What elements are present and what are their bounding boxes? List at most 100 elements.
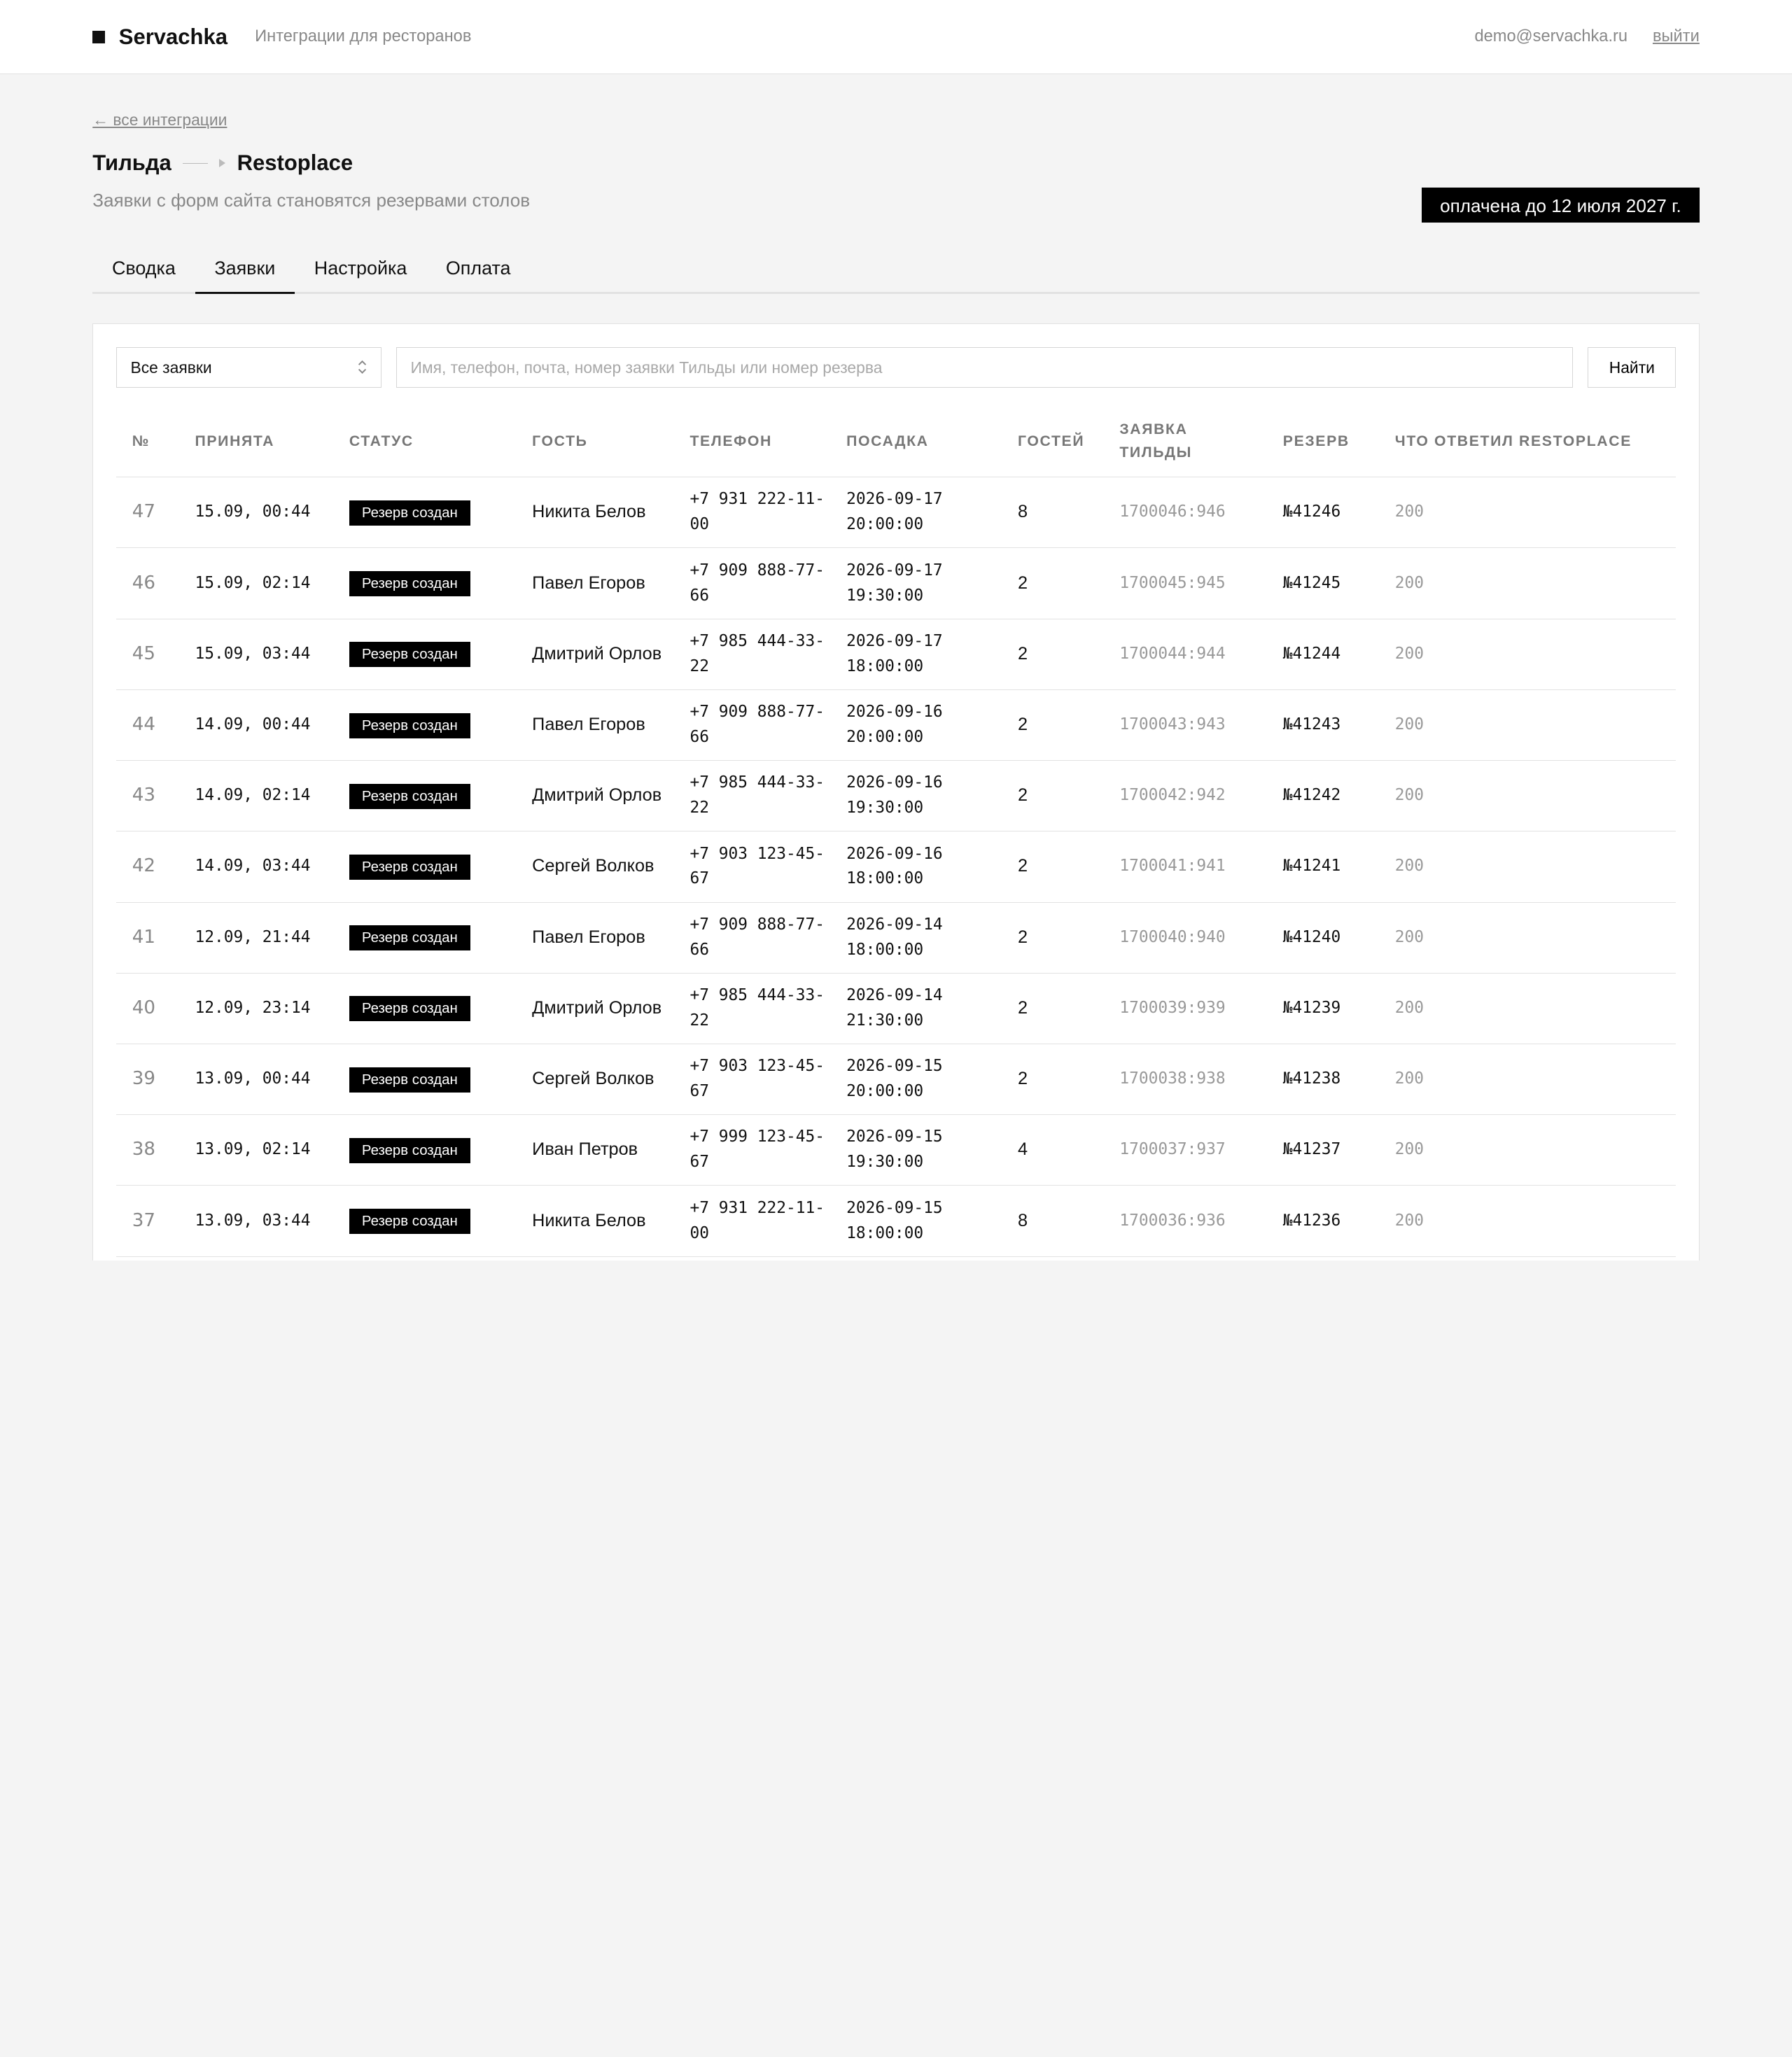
guest-name: Иван Петров	[516, 1114, 674, 1186]
table-row[interactable]: 41 12.09, 21:44 Резерв создан Павел Егоров +…	[115, 902, 1676, 974]
guest-phone: +7 985 444-33-22	[673, 619, 831, 690]
row-number: 42	[115, 831, 179, 903]
table-row[interactable]: 42 14.09, 03:44 Резерв создан Сергей Волков…	[115, 831, 1676, 903]
table-row[interactable]: 39 13.09, 00:44 Резерв создан Сергей Волков…	[115, 1044, 1676, 1116]
column-header: №	[115, 406, 179, 478]
tilda-request-id: 1700040:940	[1103, 902, 1267, 974]
seating-time: 2026-09-15 19:30:00	[830, 1114, 1002, 1186]
status-cell: Резерв создан	[333, 973, 517, 1044]
guest-count: 4	[1002, 1114, 1104, 1186]
table-row[interactable]: 37 13.09, 03:44 Резерв создан Никита Белов +…	[115, 1185, 1676, 1257]
restoplace-reply: 200	[1378, 831, 1676, 903]
logo-square-icon	[92, 30, 106, 43]
guest-count: 2	[1002, 973, 1104, 1044]
status-badge: Резерв создан	[349, 571, 470, 597]
row-number: 46	[115, 547, 179, 619]
status-filter-value: Все заявки	[130, 358, 212, 377]
status-cell: Резерв создан	[333, 831, 517, 903]
status-cell: Резерв создан	[333, 689, 517, 761]
guest-phone: +7 909 888-77-66	[673, 689, 831, 761]
reserve-number: №41243	[1266, 689, 1379, 761]
tilda-request-id: 1700045:945	[1103, 547, 1267, 619]
column-header: Что ответил Restoplace	[1378, 406, 1676, 478]
tilda-request-id: 1700044:944	[1103, 619, 1267, 690]
guest-name: Сергей Волков	[516, 1044, 674, 1116]
guest-name: Дмитрий Орлов	[516, 973, 674, 1044]
table-row[interactable]: 46 15.09, 02:14 Резерв создан Павел Егоров +…	[115, 547, 1676, 619]
guest-phone: +7 999 123-45-67	[673, 1114, 831, 1186]
restoplace-reply: 200	[1378, 1114, 1676, 1186]
status-cell: Резерв создан	[333, 1114, 517, 1186]
tab-settings[interactable]: Настройка	[295, 246, 426, 292]
crumb-target: Restoplace	[237, 150, 354, 176]
accepted-time: 13.09, 02:14	[178, 1114, 334, 1186]
table-row[interactable]: 43 14.09, 02:14 Резерв создан Дмитрий Орлов…	[115, 760, 1676, 832]
tilda-request-id: 1700036:936	[1103, 1185, 1267, 1257]
top-bar: Servachka Интеграции для ресторанов demo…	[0, 0, 1792, 75]
search-input[interactable]	[396, 346, 1574, 388]
table-row[interactable]: 47 15.09, 00:44 Резерв создан Никита Белов +…	[115, 477, 1676, 549]
row-number: 45	[115, 619, 179, 690]
guest-count: 8	[1002, 1185, 1104, 1257]
tilda-request-id: 1700038:938	[1103, 1044, 1267, 1116]
page-title: Тильда Restoplace	[92, 150, 1700, 176]
status-filter-select[interactable]: Все заявки	[115, 346, 382, 388]
tab-payment[interactable]: Оплата	[426, 246, 530, 292]
accepted-time: 14.09, 03:44	[178, 831, 334, 903]
table-row[interactable]: 45 15.09, 03:44 Резерв создан Дмитрий Орлов…	[115, 619, 1676, 690]
logout-link[interactable]: выйти	[1653, 27, 1700, 46]
status-cell: Резерв создан	[333, 902, 517, 974]
tilda-request-id: 1700043:943	[1103, 689, 1267, 761]
status-cell: Резерв создан	[333, 760, 517, 832]
logo[interactable]: Servachka	[119, 24, 227, 50]
tab-summary[interactable]: Сводка	[92, 246, 195, 292]
find-button[interactable]: Найти	[1588, 346, 1676, 388]
guest-phone: +7 985 444-33-22	[673, 973, 831, 1044]
status-cell: Резерв создан	[333, 477, 517, 549]
row-number: 43	[115, 760, 179, 832]
restoplace-reply: 200	[1378, 973, 1676, 1044]
status-badge: Резерв создан	[349, 1137, 470, 1163]
guest-phone: +7 985 444-33-22	[673, 760, 831, 832]
seating-time: 2026-09-17 18:00:00	[830, 619, 1002, 690]
seating-time: 2026-09-17 19:30:00	[830, 547, 1002, 619]
tilda-request-id: 1700042:942	[1103, 760, 1267, 832]
seating-time: 2026-09-14 21:30:00	[830, 973, 1002, 1044]
column-header: Резерв	[1266, 406, 1379, 478]
table-row[interactable]: 38 13.09, 02:14 Резерв создан Иван Петров +7…	[115, 1114, 1676, 1186]
reserve-number: №41244	[1266, 619, 1379, 690]
restoplace-reply: 200	[1378, 619, 1676, 690]
page: Servachka Интеграции для ресторанов demo…	[0, 0, 1792, 1261]
reserve-number: №41237	[1266, 1114, 1379, 1186]
column-header: Посадка	[830, 406, 1002, 478]
arrow-right-icon	[183, 159, 225, 168]
accepted-time: 12.09, 21:44	[178, 902, 334, 974]
guest-name: Павел Егоров	[516, 902, 674, 974]
back-link[interactable]: ← все интеграции	[92, 111, 227, 129]
seating-time: 2026-09-15 18:00:00	[830, 1185, 1002, 1257]
accepted-time: 14.09, 00:44	[178, 689, 334, 761]
seating-time: 2026-09-16 18:00:00	[830, 831, 1002, 903]
guest-count: 8	[1002, 477, 1104, 549]
accepted-time: 15.09, 00:44	[178, 477, 334, 549]
guest-count: 2	[1002, 902, 1104, 974]
reserve-number: №41246	[1266, 477, 1379, 549]
guest-count: 2	[1002, 760, 1104, 832]
table-row[interactable]: 44 14.09, 00:44 Резерв создан Павел Егоров +…	[115, 689, 1676, 761]
guest-phone: +7 909 888-77-66	[673, 902, 831, 974]
status-badge: Резерв создан	[349, 500, 470, 526]
seating-time: 2026-09-14 18:00:00	[830, 902, 1002, 974]
status-cell: Резерв создан	[333, 547, 517, 619]
tagline: Интеграции для ресторанов	[255, 27, 472, 46]
guest-name: Павел Егоров	[516, 547, 674, 619]
row-number: 40	[115, 973, 179, 1044]
tab-requests[interactable]: Заявки	[195, 246, 295, 294]
table-row[interactable]: 40 12.09, 23:14 Резерв создан Дмитрий Орлов…	[115, 973, 1676, 1044]
guest-phone: +7 931 222-11-00	[673, 477, 831, 549]
tilda-request-id: 1700041:941	[1103, 831, 1267, 903]
restoplace-reply: 200	[1378, 902, 1676, 974]
tilda-request-id: 1700039:939	[1103, 973, 1267, 1044]
guest-count: 2	[1002, 1044, 1104, 1116]
tab-bar: Сводка Заявки Настройка Оплата	[92, 246, 1700, 294]
row-number: 38	[115, 1114, 179, 1186]
